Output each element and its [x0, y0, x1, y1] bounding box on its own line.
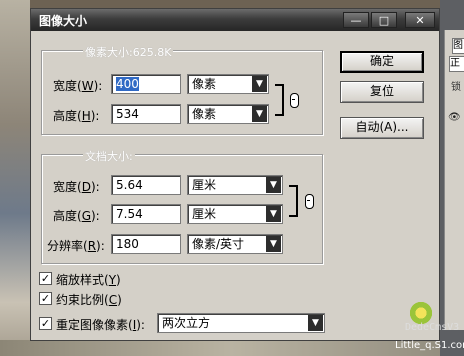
close-button[interactable]: ✕ — [405, 12, 435, 28]
blend-mode-field[interactable]: 正 — [449, 56, 464, 72]
chain-link-icon — [290, 93, 299, 108]
pixel-width-unit-select[interactable]: 像素 ▼ — [187, 74, 269, 94]
pixel-width-input[interactable]: 400 — [111, 74, 181, 94]
resample-label: 重定图像像素(I): — [56, 318, 145, 332]
doc-width-label: 宽度(D): — [53, 180, 100, 194]
doc-height-input[interactable]: 7.54 — [111, 204, 181, 224]
constrain-proportions-label: 约束比例(C) — [56, 293, 122, 307]
maximize-button[interactable]: □ — [371, 12, 397, 28]
watermark-site: Little_q.S1.com — [395, 340, 464, 351]
resolution-input[interactable]: 180 — [111, 234, 181, 254]
document-link-bracket — [289, 185, 298, 217]
scale-styles-checkbox[interactable]: ✓ — [39, 272, 52, 285]
document-size-legend: 文档大小: — [83, 148, 135, 164]
image-size-dialog: 图像大小 — □ ✕ 像素大小:625.8K 宽度(W): 400 像素 ▼ 高度… — [30, 8, 440, 341]
pixel-height-input[interactable]: 534 — [111, 104, 181, 124]
title-bar[interactable]: 图像大小 — □ ✕ — [31, 9, 439, 31]
scale-styles-label: 缩放样式(Y) — [56, 273, 121, 287]
lock-label: 锁 — [451, 82, 461, 93]
chain-link-icon — [305, 194, 314, 209]
pixel-height-label: 高度(H): — [53, 109, 100, 123]
resample-checkbox[interactable]: ✓ — [39, 317, 52, 330]
background-top — [0, 0, 464, 8]
doc-height-label: 高度(G): — [53, 209, 100, 223]
layers-panel-tab[interactable]: 图 — [452, 38, 464, 54]
resolution-label: 分辨率(R): — [47, 239, 105, 253]
chevron-down-icon: ▼ — [252, 106, 267, 122]
chevron-down-icon: ▼ — [266, 236, 281, 252]
pixel-height-unit-select[interactable]: 像素 ▼ — [187, 104, 269, 124]
doc-height-unit-select[interactable]: 厘米 ▼ — [187, 204, 283, 224]
resample-method-select[interactable]: 两次立方 ▼ — [157, 313, 325, 333]
reset-button[interactable]: 复位 — [340, 81, 424, 103]
watermark-text: DedeCmsV3 — [405, 322, 460, 333]
dialog-title: 图像大小 — [39, 14, 88, 28]
resolution-unit-select[interactable]: 像素/英寸 ▼ — [187, 234, 283, 254]
pixel-link-bracket — [275, 84, 284, 116]
eye-icon[interactable]: 👁 — [448, 112, 462, 123]
doc-width-input[interactable]: 5.64 — [111, 175, 181, 195]
doc-width-unit-select[interactable]: 厘米 ▼ — [187, 175, 283, 195]
constrain-proportions-checkbox[interactable]: ✓ — [39, 292, 52, 305]
pixel-width-label: 宽度(W): — [53, 79, 103, 93]
chevron-down-icon: ▼ — [252, 76, 267, 92]
chevron-down-icon: ▼ — [266, 177, 281, 193]
chevron-down-icon: ▼ — [308, 315, 323, 331]
pixel-dimensions-legend: 像素大小:625.8K — [83, 44, 174, 60]
chevron-down-icon: ▼ — [266, 206, 281, 222]
auto-button[interactable]: 自动(A)... — [340, 117, 424, 139]
ok-button[interactable]: 确定 — [340, 51, 424, 73]
layers-panel-edge — [444, 30, 464, 330]
background-photo-left — [0, 0, 30, 356]
minimize-button[interactable]: — — [343, 12, 369, 28]
